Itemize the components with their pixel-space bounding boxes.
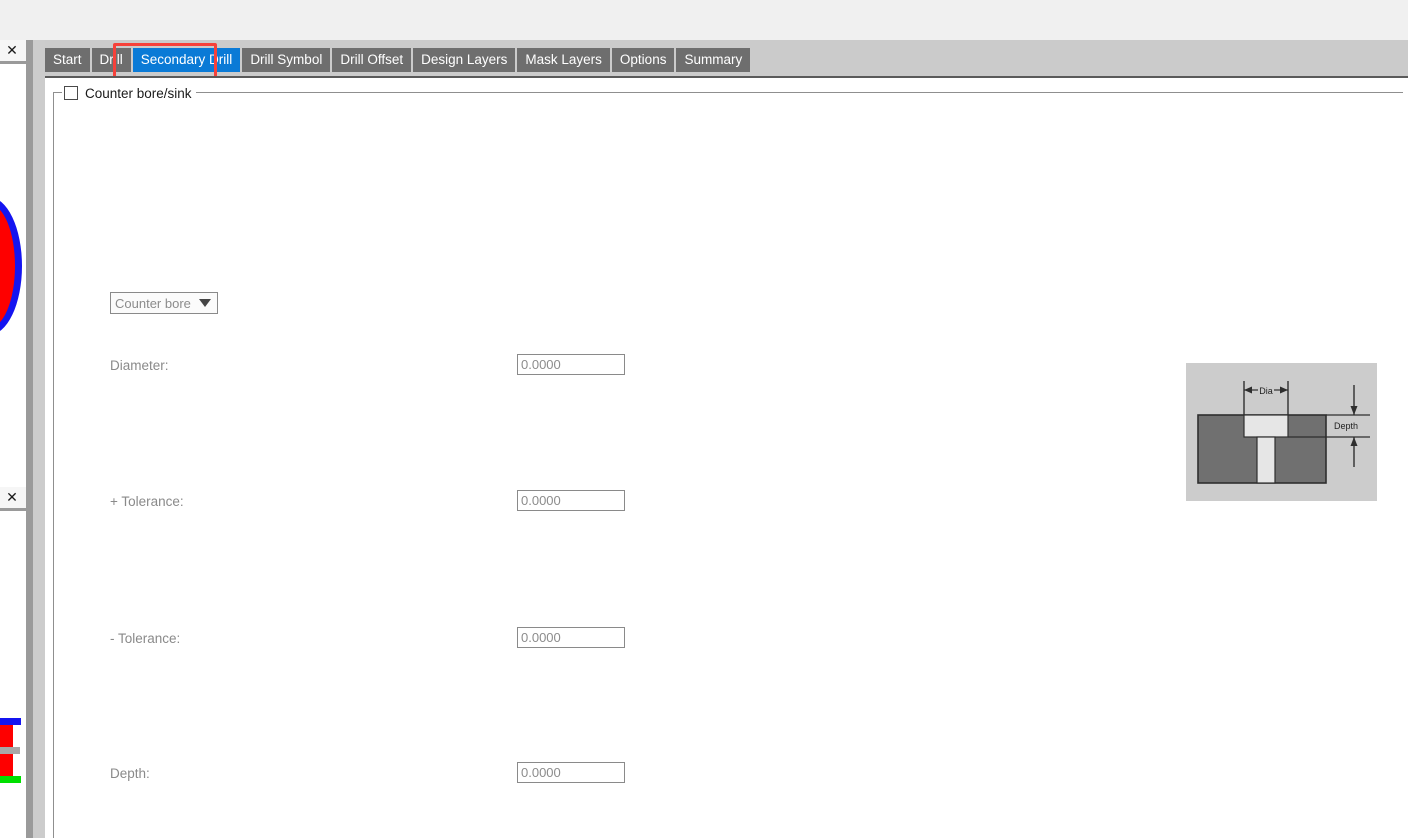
close-icon[interactable]: ✕ [4, 43, 20, 59]
content-top-divider [45, 76, 1408, 78]
bore-type-value: Counter bore [115, 295, 191, 311]
depth-dimension-label: Depth [1334, 421, 1358, 431]
app-window: ✕ ✕ Start Drill Secondary Drill Drill Sy… [0, 0, 1408, 838]
bar-red-1 [0, 725, 13, 747]
bar-green [0, 776, 21, 783]
dock-separator-dark [26, 40, 33, 838]
dock-separator-light[interactable] [33, 40, 45, 838]
plus-tolerance-input[interactable]: 0.0000 [517, 490, 625, 511]
group-title-label: Counter bore/sink [85, 85, 192, 101]
tab-drill[interactable]: Drill [91, 48, 131, 72]
left-dock-column: ✕ ✕ [0, 40, 26, 838]
tab-mask-layers[interactable]: Mask Layers [517, 48, 610, 72]
diameter-input[interactable]: 0.0000 [517, 354, 625, 375]
tab-list: Start Drill Secondary Drill Drill Symbol… [45, 48, 751, 72]
tab-design-layers[interactable]: Design Layers [413, 48, 516, 72]
left-panel-bottom-body [0, 514, 26, 838]
bar-red-2 [0, 754, 13, 776]
plus-tolerance-label: + Tolerance: [110, 494, 184, 509]
dia-dimension-label: Dia [1259, 386, 1273, 396]
group-title: Counter bore/sink [62, 84, 196, 102]
minus-tolerance-input[interactable]: 0.0000 [517, 627, 625, 648]
depth-label: Depth: [110, 766, 150, 781]
tab-summary[interactable]: Summary [676, 48, 751, 72]
bar-gray [0, 747, 20, 754]
chevron-down-icon [199, 299, 211, 307]
bar-blue [0, 718, 21, 725]
left-panel-bottom-header: ✕ [0, 487, 26, 511]
left-panel-top-header: ✕ [0, 40, 26, 64]
tab-drill-symbol[interactable]: Drill Symbol [242, 48, 331, 72]
diameter-label: Diameter: [110, 358, 169, 373]
window-top-strip [0, 0, 1408, 40]
tab-bar: Start Drill Secondary Drill Drill Symbol… [45, 40, 1408, 76]
tab-start[interactable]: Start [45, 48, 90, 72]
left-panel-top-body [0, 67, 26, 487]
counter-bore-diagram-svg: Dia Depth [1186, 363, 1377, 501]
tab-options[interactable]: Options [611, 48, 675, 72]
close-icon[interactable]: ✕ [4, 490, 20, 506]
tab-secondary-drill[interactable]: Secondary Drill [132, 48, 241, 72]
minus-tolerance-label: - Tolerance: [110, 631, 181, 646]
bore-type-select[interactable]: Counter bore [110, 292, 218, 314]
circle-graphic [0, 197, 22, 335]
tab-drill-offset[interactable]: Drill Offset [332, 48, 412, 72]
counter-bore-checkbox[interactable] [64, 86, 78, 100]
depth-input[interactable]: 0.0000 [517, 762, 625, 783]
counter-bore-illustration: Dia Depth [1186, 363, 1377, 501]
